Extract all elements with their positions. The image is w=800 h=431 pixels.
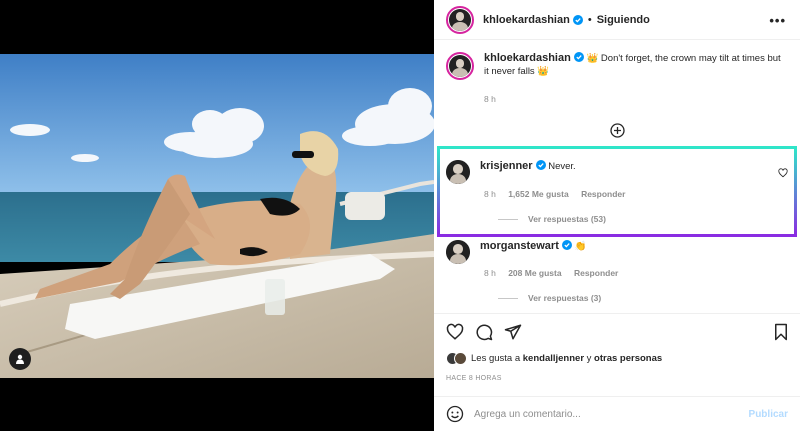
likes-middle: y xyxy=(584,353,595,364)
likes-prefix: Les gusta a xyxy=(471,353,523,364)
plus-circle-icon[interactable] xyxy=(610,123,625,138)
caption-avatar[interactable] xyxy=(446,52,474,80)
media-area xyxy=(0,0,434,431)
post-panel: khloekardashian • Siguiendo ••• khloekar… xyxy=(434,0,800,431)
liker-avatar xyxy=(454,352,467,365)
commenter-username[interactable]: morganstewart xyxy=(480,240,559,252)
comment-likes[interactable]: 208 Me gusta xyxy=(508,268,561,278)
heart-icon[interactable] xyxy=(446,323,464,341)
follow-status-button[interactable]: Siguiendo xyxy=(597,14,650,26)
author-avatar[interactable] xyxy=(446,5,474,34)
bookmark-icon[interactable] xyxy=(772,323,790,341)
add-comment-bar: Publicar xyxy=(434,396,800,431)
share-icon[interactable] xyxy=(504,323,522,341)
caption: khloekardashian 👑 Don't forget, the crow… xyxy=(446,52,786,104)
verified-badge-icon xyxy=(572,14,583,25)
caption-username[interactable]: khloekardashian xyxy=(484,52,571,64)
caption-time: 8 h xyxy=(484,94,496,104)
user-icon xyxy=(16,354,24,364)
tagged-users-button[interactable] xyxy=(9,348,31,370)
comment-icon[interactable] xyxy=(475,323,493,341)
verified-badge-icon xyxy=(561,240,572,250)
separator-dot: • xyxy=(587,13,592,26)
comment-item: morganstewart 👏 8 h 208 Me gusta Respond… xyxy=(446,240,794,310)
replies-divider xyxy=(498,297,518,299)
commenter-avatar[interactable] xyxy=(446,240,470,264)
liker-username[interactable]: kendalljenner xyxy=(523,353,584,364)
comment-highlight-frame xyxy=(437,146,797,237)
reply-button[interactable]: Responder xyxy=(574,268,618,278)
comment-input[interactable] xyxy=(474,408,744,420)
actions-divider xyxy=(434,313,800,314)
view-replies-button[interactable]: Ver respuestas (3) xyxy=(484,293,601,303)
author-username[interactable]: khloekardashian xyxy=(483,14,570,26)
comment-time: 8 h xyxy=(484,268,496,278)
publish-button[interactable]: Publicar xyxy=(749,409,788,420)
post-photo[interactable] xyxy=(0,54,434,378)
verified-badge-icon xyxy=(573,52,584,62)
other-likers-link[interactable]: otras personas xyxy=(594,353,662,364)
emoji-icon[interactable] xyxy=(446,405,464,423)
post-header: khloekardashian • Siguiendo ••• xyxy=(434,0,800,40)
post-timestamp[interactable]: HACE 8 HORAS xyxy=(446,375,502,382)
more-options-icon[interactable]: ••• xyxy=(769,13,786,28)
view-replies-label: Ver respuestas (3) xyxy=(528,293,602,303)
photo-illustration xyxy=(0,54,434,378)
likes-summary: Les gusta a kendalljenner y otras person… xyxy=(446,352,662,365)
comment-text: 👏 xyxy=(574,241,587,252)
